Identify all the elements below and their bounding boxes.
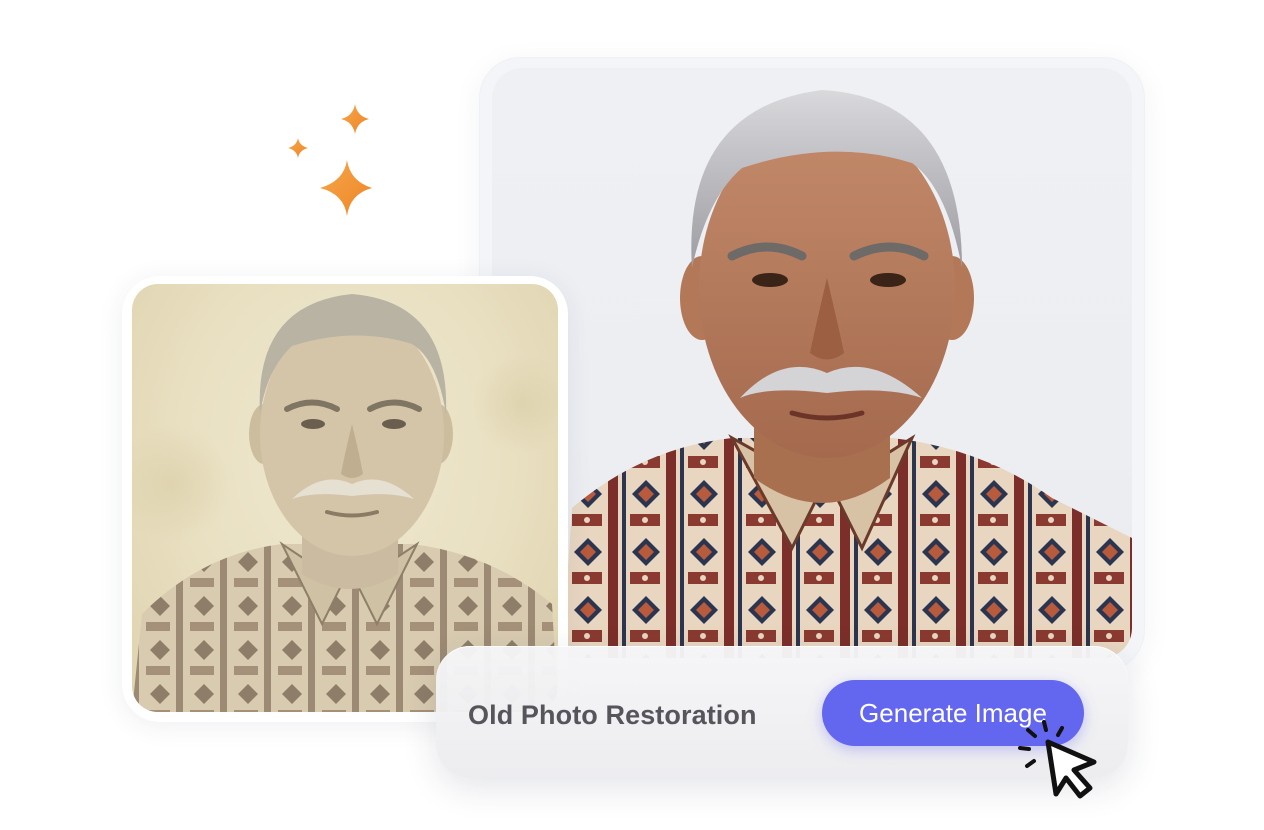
sparkle-icon	[288, 104, 372, 216]
promo-canvas: Old Photo Restoration Generate Image	[0, 0, 1264, 830]
action-bar-title: Old Photo Restoration	[468, 700, 757, 730]
restored-photo	[492, 68, 1132, 658]
generate-image-button[interactable]: Generate Image	[822, 680, 1084, 746]
restored-portrait-illustration	[562, 90, 1132, 658]
